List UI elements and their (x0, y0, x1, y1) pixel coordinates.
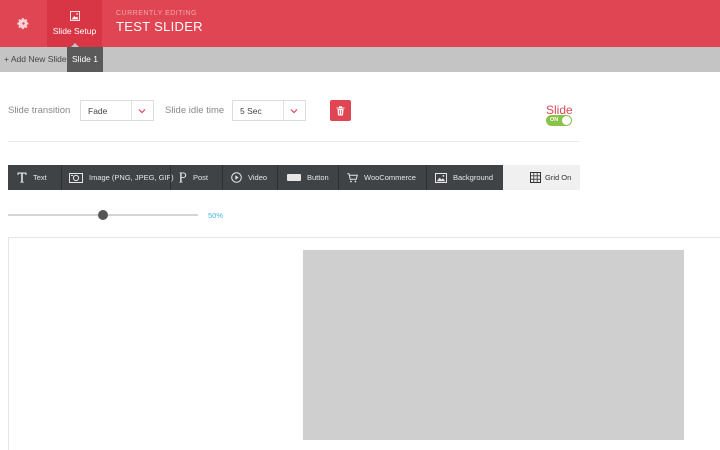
zoom-value: 50% (208, 211, 224, 220)
grid-toggle-button[interactable]: Grid On (530, 165, 571, 190)
canvas-left-border (8, 237, 9, 450)
image-icon (69, 11, 80, 21)
transition-label: Slide transition (8, 105, 71, 116)
delete-slide-button[interactable] (330, 100, 351, 121)
slider-name: TEST SLIDER (116, 19, 203, 34)
grid-toggle-label: Grid On (545, 173, 572, 182)
button-tool-label: Button (307, 173, 329, 182)
camera-icon (69, 172, 83, 183)
cart-icon (347, 172, 358, 183)
play-icon (231, 172, 242, 183)
chevron-down-icon (290, 109, 298, 114)
text-icon (17, 172, 27, 183)
video-tool-label: Video (248, 173, 268, 182)
transition-select[interactable]: Fade (80, 100, 154, 121)
add-image-button[interactable]: Image (PNG, JPEG, GIF) (69, 165, 174, 190)
toolbar-separator (222, 165, 223, 190)
add-text-button[interactable]: Text (17, 165, 47, 190)
add-new-slide-link[interactable]: + Add New Slide (4, 47, 67, 72)
chevron-down-icon (138, 109, 146, 114)
layer-toolbar: Text Image (PNG, JPEG, GIF) Post Video B… (8, 165, 580, 190)
select-separator (283, 101, 284, 120)
idle-time-label: Slide idle time (165, 105, 225, 116)
transition-value: Fade (88, 106, 108, 116)
image-tool-label: Image (PNG, JPEG, GIF) (89, 173, 174, 182)
slide-tab-1[interactable]: Slide 1 (67, 47, 103, 72)
gear-icon (17, 18, 29, 30)
section-divider (8, 141, 580, 142)
text-tool-label: Text (33, 173, 47, 182)
add-woocommerce-button[interactable]: WooCommerce (347, 165, 416, 190)
add-post-button[interactable]: Post (179, 165, 208, 190)
toolbar-separator (61, 165, 62, 190)
toggle-state: ON (550, 117, 559, 123)
editing-caption: CURRENTLY EDITING (116, 10, 197, 17)
add-video-button[interactable]: Video (231, 165, 267, 190)
idle-time-select[interactable]: 5 Sec (232, 100, 306, 121)
slide-toggle[interactable]: ON (546, 115, 572, 126)
idle-time-value: 5 Sec (240, 106, 262, 116)
slides-bar: + Add New Slide Slide 1 (0, 47, 720, 72)
button-icon (287, 174, 301, 181)
canvas-top-border (8, 237, 720, 238)
trash-icon (336, 105, 345, 115)
select-separator (131, 101, 132, 120)
zoom-slider-handle[interactable] (98, 210, 108, 220)
slide-setup-label: Slide Setup (52, 26, 97, 36)
set-background-button[interactable]: Background (435, 165, 493, 190)
background-tool-label: Background (453, 173, 494, 182)
toolbar-separator (338, 165, 339, 190)
toolbar-separator (426, 165, 427, 190)
toolbar-separator (277, 165, 278, 190)
toolbar-items: Text Image (PNG, JPEG, GIF) Post Video B… (8, 165, 503, 190)
top-header: Slide Setup CURRENTLY EDITING TEST SLIDE… (0, 0, 720, 48)
toggle-knob (562, 116, 571, 125)
add-button-button[interactable]: Button (287, 165, 329, 190)
post-tool-label: Post (193, 173, 209, 182)
post-icon (179, 172, 187, 183)
grid-icon (530, 172, 541, 183)
settings-button[interactable] (0, 0, 47, 47)
woocommerce-tool-label: WooCommerce (364, 173, 416, 182)
picture-icon (435, 172, 447, 183)
toolbar-separator (170, 165, 171, 190)
slide-setup-tab[interactable]: Slide Setup (47, 0, 102, 48)
slide-canvas[interactable] (303, 250, 684, 440)
